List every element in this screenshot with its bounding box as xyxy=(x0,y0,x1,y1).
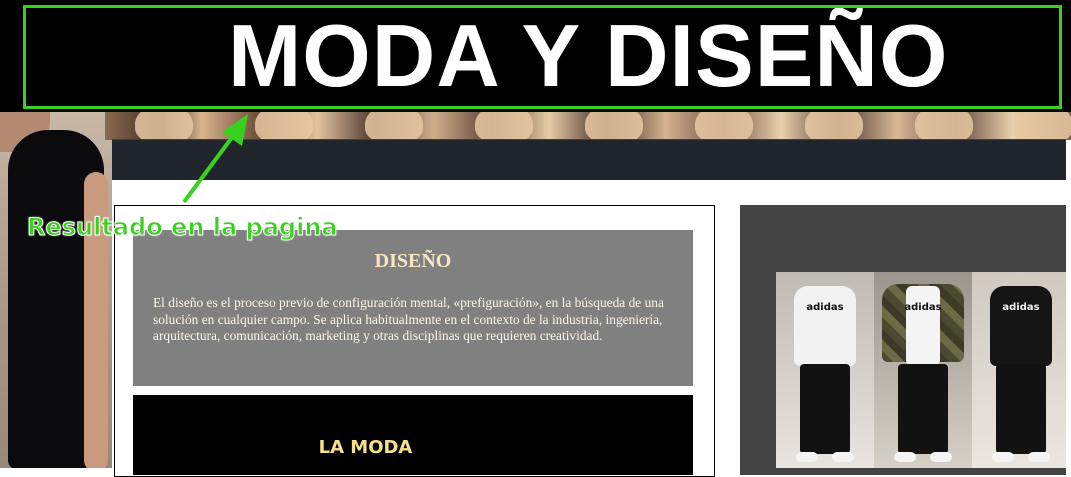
title-bar: MODA Y DISEÑO xyxy=(0,0,1071,112)
adidas-logo: adidas xyxy=(1002,302,1040,313)
highlight-frame xyxy=(23,5,1062,109)
adidas-logo: adidas xyxy=(806,302,844,313)
diseno-text: El diseño es el proceso previo de config… xyxy=(153,295,664,343)
nav-bar xyxy=(112,139,1066,180)
model-photo-2: adidas xyxy=(874,272,972,468)
diseno-title: DISEÑO xyxy=(374,250,452,272)
model-photo-3: adidas xyxy=(972,272,1066,468)
moda-title: LA MODA xyxy=(318,437,413,458)
model-photo-1: adidas xyxy=(776,272,874,468)
diseno-card: DISEÑO El diseño es el proceso previo de… xyxy=(133,230,693,386)
left-model-photo xyxy=(0,112,112,468)
moda-card: LA MODA xyxy=(133,395,693,475)
adidas-logo: adidas xyxy=(904,302,942,313)
fashion-photo-collage: adidas adidas adidas xyxy=(776,272,1066,468)
annotation-label: Resultado en la pagina xyxy=(27,213,339,242)
